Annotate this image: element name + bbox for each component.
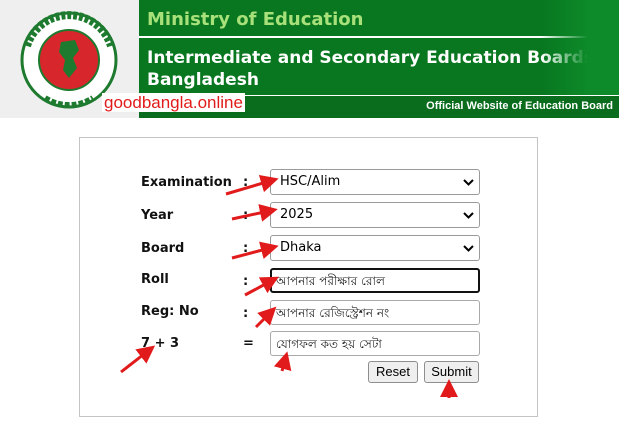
examination-value: HSC/Alim: [280, 174, 341, 189]
chevron-down-icon: [463, 245, 474, 252]
chevron-down-icon: [463, 212, 474, 219]
submit-button[interactable]: Submit: [424, 361, 479, 383]
board-label: Board: [141, 241, 185, 256]
reg-no-colon: :: [243, 306, 249, 321]
board-colon: :: [243, 241, 249, 256]
boards-title: Intermediate and Secondary Education Boa…: [147, 48, 594, 90]
roll-label: Roll: [141, 272, 169, 287]
official-website-label: Official Website of Education Board: [426, 100, 613, 112]
chevron-down-icon: [463, 179, 474, 186]
reg-no-input[interactable]: আপনার রেজিস্ট্রেশন নং: [270, 300, 480, 325]
year-label: Year: [141, 208, 174, 223]
roll-input[interactable]: আপনার পরীক্ষার রোল: [270, 268, 480, 293]
roll-colon: :: [243, 274, 249, 289]
captcha-equals: =: [243, 336, 254, 351]
ministry-title: Ministry of Education: [147, 9, 364, 30]
captcha-input[interactable]: যোগফল কত হয় সেটা: [270, 331, 480, 356]
board-select[interactable]: Dhaka: [270, 235, 480, 261]
examination-colon: :: [243, 175, 249, 190]
year-select[interactable]: 2025: [270, 202, 480, 228]
year-value: 2025: [280, 207, 314, 222]
year-colon: :: [243, 208, 249, 223]
watermark-text: goodbangla.online: [102, 93, 245, 112]
examination-select[interactable]: HSC/Alim: [270, 169, 480, 195]
examination-label: Examination: [141, 175, 232, 190]
reg-no-label: Reg: No: [141, 304, 199, 319]
reset-button[interactable]: Reset: [368, 361, 418, 383]
board-value: Dhaka: [280, 240, 322, 255]
captcha-question: 7 + 3: [141, 336, 180, 351]
